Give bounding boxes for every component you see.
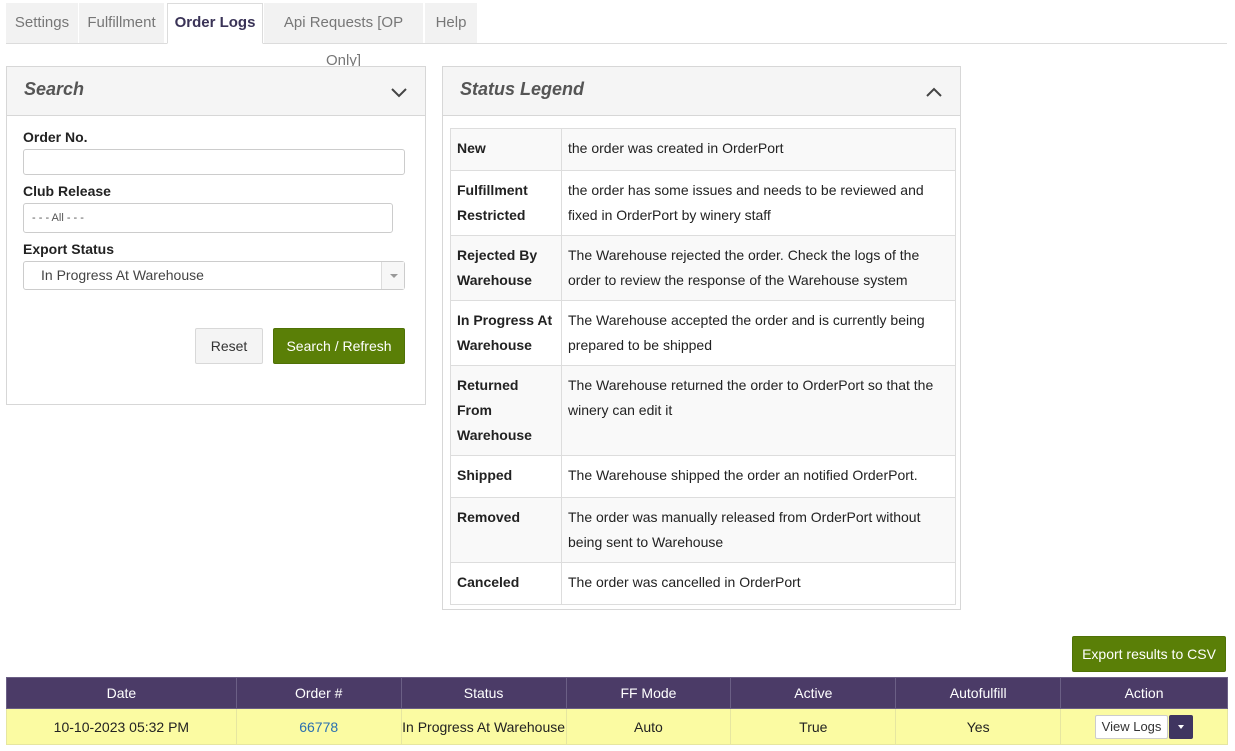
legend-row: Rejected By Warehouse The Warehouse rejec… (450, 235, 956, 301)
legend-row: Fulfillment Restricted the order has some… (450, 170, 956, 236)
order-no-label: Order No. (23, 129, 88, 145)
legend-description: The Warehouse returned the order to Orde… (561, 365, 956, 456)
export-status-label: Export Status (23, 241, 115, 257)
order-no-input[interactable] (23, 149, 405, 175)
status-legend-header[interactable]: Status Legend (443, 67, 960, 116)
status-legend-panel: Status Legend New the order was created i… (442, 66, 961, 610)
legend-description: The Warehouse shipped the order an notif… (561, 455, 956, 498)
chevron-up-icon[interactable] (923, 81, 945, 103)
legend-status: Rejected By Warehouse (450, 235, 562, 301)
cell-action: View Logs (1060, 708, 1228, 745)
view-logs-button[interactable]: View Logs (1094, 714, 1169, 739)
column-header-date[interactable]: Date (6, 677, 237, 709)
status-legend-table: New the order was created in OrderPort Fu… (450, 128, 956, 605)
legend-status: Removed (450, 497, 562, 563)
legend-description: The order was cancelled in OrderPort (561, 562, 956, 605)
tab-fulfillment[interactable]: Fulfillment (79, 3, 164, 43)
order-link[interactable]: 66778 (299, 719, 338, 735)
column-header-ff-mode[interactable]: FF Mode (565, 677, 732, 709)
tab-bar: Settings Fulfillment Order Logs Api Requ… (6, 3, 1227, 69)
legend-status: Returned From Warehouse (450, 365, 562, 456)
cell-order-no: 66778 (235, 708, 402, 745)
legend-row: In Progress At Warehouse The Warehouse ac… (450, 300, 956, 366)
legend-description: The Warehouse rejected the order. Check … (561, 235, 956, 301)
dropdown-arrow-icon[interactable] (381, 262, 404, 289)
club-release-label: Club Release (23, 183, 111, 199)
column-header-action: Action (1060, 677, 1228, 709)
legend-row: Returned From Warehouse The Warehouse ret… (450, 365, 956, 456)
results-table: Date Order # Status FF Mode Active Autof… (6, 677, 1228, 745)
export-status-value: In Progress At Warehouse (41, 267, 204, 283)
search-panel: Search Order No. Club Release - - - All … (6, 66, 426, 405)
cell-ff-mode: Auto (565, 708, 732, 745)
results-header-row: Date Order # Status FF Mode Active Autof… (6, 677, 1228, 709)
legend-row: Canceled The order was cancelled in Order… (450, 562, 956, 605)
tab-settings[interactable]: Settings (6, 3, 78, 43)
tab-api-requests[interactable]: Api Requests [OP Only] (264, 3, 423, 69)
column-header-order-no[interactable]: Order # (235, 677, 402, 709)
search-panel-header[interactable]: Search (7, 67, 425, 116)
legend-description: the order was created in OrderPort (561, 128, 956, 171)
cell-autofulfill: Yes (895, 708, 1062, 745)
export-status-select[interactable]: In Progress At Warehouse (23, 261, 405, 290)
club-release-input[interactable]: - - - All - - - (23, 203, 393, 233)
search-refresh-button[interactable]: Search / Refresh (273, 328, 405, 364)
tab-order-logs[interactable]: Order Logs (167, 3, 263, 44)
legend-description: the order has some issues and needs to b… (561, 170, 956, 236)
tab-help[interactable]: Help (425, 3, 477, 43)
table-row: 10-10-2023 05:32 PM 66778 In Progress At… (6, 708, 1228, 745)
cell-status: In Progress At Warehouse (400, 708, 567, 745)
legend-status: Canceled (450, 562, 562, 605)
column-header-active[interactable]: Active (730, 677, 897, 709)
column-header-status[interactable]: Status (400, 677, 567, 709)
legend-description: The Warehouse accepted the order and is … (561, 300, 956, 366)
export-csv-button[interactable]: Export results to CSV (1072, 636, 1226, 672)
cell-active: True (730, 708, 897, 745)
legend-status: New (450, 128, 562, 171)
legend-status: In Progress At Warehouse (450, 300, 562, 366)
search-panel-title: Search (24, 79, 85, 99)
column-header-autofulfill[interactable]: Autofulfill (895, 677, 1062, 709)
legend-status: Fulfillment Restricted (450, 170, 562, 236)
legend-status: Shipped (450, 455, 562, 498)
cell-date: 10-10-2023 05:32 PM (6, 708, 237, 745)
legend-row: Shipped The Warehouse shipped the order a… (450, 455, 956, 498)
legend-row: New the order was created in OrderPort (450, 128, 956, 171)
legend-row: Removed The order was manually released f… (450, 497, 956, 563)
reset-button[interactable]: Reset (195, 328, 263, 364)
chevron-down-icon[interactable] (388, 81, 410, 103)
legend-description: The order was manually released from Ord… (561, 497, 956, 563)
caret-down-icon[interactable] (1169, 714, 1194, 739)
status-legend-title: Status Legend (460, 79, 585, 99)
